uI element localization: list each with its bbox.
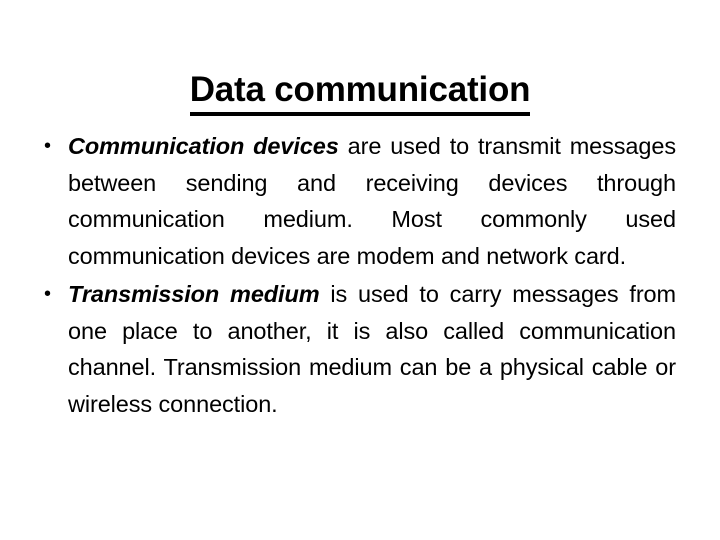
list-item: • Transmission medium is used to carry m… <box>36 276 676 422</box>
bullet-lead-term: Communication devices <box>68 133 339 159</box>
page-title: Data communication <box>0 69 720 117</box>
list-item: • Communication devices are used to tran… <box>36 128 676 274</box>
page-title-text: Data communication <box>189 69 531 117</box>
bullet-dot-icon: • <box>44 135 51 157</box>
bullet-lead-term: Transmission medium <box>68 281 320 307</box>
slide-canvas: Data communication • Communication devic… <box>0 0 720 540</box>
slide-body: • Communication devices are used to tran… <box>36 128 676 422</box>
bullet-dot-icon: • <box>44 283 51 305</box>
